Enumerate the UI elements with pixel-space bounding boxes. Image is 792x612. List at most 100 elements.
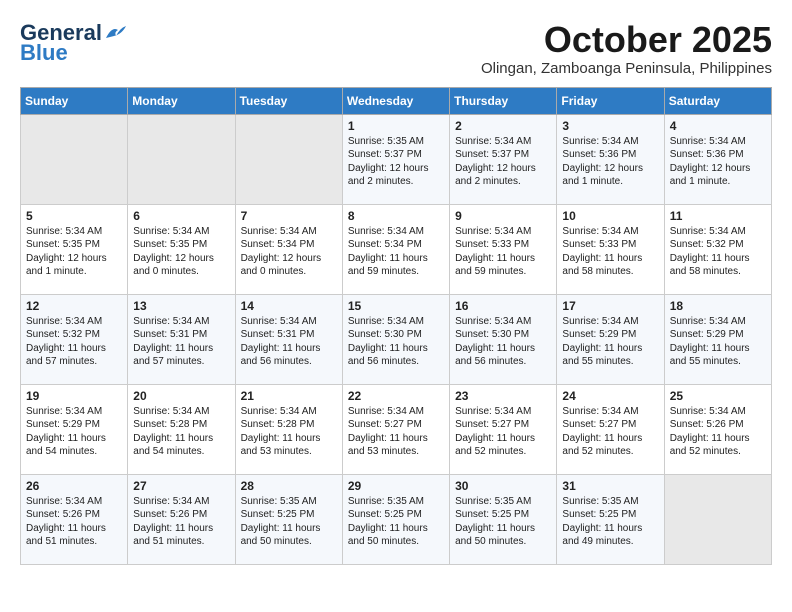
- day-content: Sunrise: 5:34 AMSunset: 5:29 PMDaylight:…: [562, 315, 658, 369]
- calendar-cell: 1 Sunrise: 5:35 AMSunset: 5:37 PMDaylight…: [342, 114, 449, 204]
- calendar-week-1: 1 Sunrise: 5:35 AMSunset: 5:37 PMDaylight…: [21, 114, 772, 204]
- calendar-cell: 25Sunrise: 5:34 AMSunset: 5:26 PMDayligh…: [664, 384, 771, 474]
- calendar-cell: 19 Sunrise: 5:34 AMSunset: 5:29 PMDayligh…: [21, 384, 128, 474]
- day-content: Sunrise: 5:34 AMSunset: 5:27 PMDaylight:…: [562, 405, 658, 459]
- day-number: 26: [26, 479, 122, 493]
- day-content: Sunrise: 5:34 AMSunset: 5:32 PMDaylight:…: [670, 225, 766, 279]
- day-content: Sunrise: 5:34 AMSunset: 5:28 PMDaylight:…: [241, 405, 337, 459]
- calendar-cell: 17 Sunrise: 5:34 AMSunset: 5:29 PMDayligh…: [557, 294, 664, 384]
- day-content: Sunrise: 5:34 AMSunset: 5:32 PMDaylight:…: [26, 315, 122, 369]
- day-number: 21: [241, 389, 337, 403]
- day-number: 9: [455, 209, 551, 223]
- logo: General Blue: [20, 20, 126, 66]
- calendar-cell: 6 Sunrise: 5:34 AMSunset: 5:35 PMDaylight…: [128, 204, 235, 294]
- day-content: Sunrise: 5:34 AMSunset: 5:33 PMDaylight:…: [562, 225, 658, 279]
- day-content: Sunrise: 5:34 AMSunset: 5:29 PMDaylight:…: [26, 405, 122, 459]
- day-number: 29: [348, 479, 444, 493]
- day-content: Sunrise: 5:34 AMSunset: 5:37 PMDaylight:…: [455, 135, 551, 189]
- day-number: 11: [670, 209, 766, 223]
- logo-bird-icon: [104, 24, 126, 42]
- day-number: 10: [562, 209, 658, 223]
- page-header: General Blue October 2025 Olingan, Zambo…: [20, 20, 772, 77]
- calendar-cell: 3Sunrise: 5:34 AMSunset: 5:36 PMDaylight…: [557, 114, 664, 204]
- calendar-cell: 30Sunrise: 5:35 AMSunset: 5:25 PMDayligh…: [450, 474, 557, 564]
- day-content: Sunrise: 5:34 AMSunset: 5:26 PMDaylight:…: [670, 405, 766, 459]
- day-number: 3: [562, 119, 658, 133]
- day-number: 24: [562, 389, 658, 403]
- calendar-cell: 26 Sunrise: 5:34 AMSunset: 5:26 PMDayligh…: [21, 474, 128, 564]
- weekday-header-saturday: Saturday: [664, 87, 771, 114]
- weekday-header-tuesday: Tuesday: [235, 87, 342, 114]
- day-content: Sunrise: 5:34 AMSunset: 5:35 PMDaylight:…: [133, 225, 229, 279]
- calendar-cell: 28 Sunrise: 5:35 AMSunset: 5:25 PMDayligh…: [235, 474, 342, 564]
- calendar-cell: 4Sunrise: 5:34 AMSunset: 5:36 PMDaylight…: [664, 114, 771, 204]
- day-number: 12: [26, 299, 122, 313]
- day-number: 6: [133, 209, 229, 223]
- day-number: 7: [241, 209, 337, 223]
- calendar-cell: 14 Sunrise: 5:34 AMSunset: 5:31 PMDayligh…: [235, 294, 342, 384]
- calendar-cell: [21, 114, 128, 204]
- calendar-cell: 22Sunrise: 5:34 AMSunset: 5:27 PMDayligh…: [342, 384, 449, 474]
- day-content: Sunrise: 5:35 AMSunset: 5:25 PMDaylight:…: [455, 495, 551, 549]
- calendar-cell: 2 Sunrise: 5:34 AMSunset: 5:37 PMDaylight…: [450, 114, 557, 204]
- calendar-cell: [664, 474, 771, 564]
- day-content: Sunrise: 5:34 AMSunset: 5:33 PMDaylight:…: [455, 225, 551, 279]
- calendar-cell: 20Sunrise: 5:34 AMSunset: 5:28 PMDayligh…: [128, 384, 235, 474]
- day-content: Sunrise: 5:34 AMSunset: 5:30 PMDaylight:…: [455, 315, 551, 369]
- day-number: 2: [455, 119, 551, 133]
- day-content: Sunrise: 5:34 AMSunset: 5:27 PMDaylight:…: [348, 405, 444, 459]
- weekday-header-monday: Monday: [128, 87, 235, 114]
- day-number: 16: [455, 299, 551, 313]
- day-number: 15: [348, 299, 444, 313]
- calendar-cell: 31Sunrise: 5:35 AMSunset: 5:25 PMDayligh…: [557, 474, 664, 564]
- calendar-cell: 24 Sunrise: 5:34 AMSunset: 5:27 PMDayligh…: [557, 384, 664, 474]
- calendar-cell: 12 Sunrise: 5:34 AMSunset: 5:32 PMDayligh…: [21, 294, 128, 384]
- calendar-cell: 16 Sunrise: 5:34 AMSunset: 5:30 PMDayligh…: [450, 294, 557, 384]
- day-number: 28: [241, 479, 337, 493]
- day-number: 27: [133, 479, 229, 493]
- calendar-cell: 9 Sunrise: 5:34 AMSunset: 5:33 PMDaylight…: [450, 204, 557, 294]
- day-number: 19: [26, 389, 122, 403]
- weekday-header-row: SundayMondayTuesdayWednesdayThursdayFrid…: [21, 87, 772, 114]
- day-number: 1: [348, 119, 444, 133]
- calendar-week-2: 5 Sunrise: 5:34 AMSunset: 5:35 PMDaylight…: [21, 204, 772, 294]
- day-number: 13: [133, 299, 229, 313]
- day-content: Sunrise: 5:35 AMSunset: 5:37 PMDaylight:…: [348, 135, 444, 189]
- title-block: October 2025 Olingan, Zamboanga Peninsul…: [481, 20, 772, 77]
- month-year: October 2025: [481, 20, 772, 60]
- calendar-cell: 5 Sunrise: 5:34 AMSunset: 5:35 PMDaylight…: [21, 204, 128, 294]
- day-number: 23: [455, 389, 551, 403]
- calendar-cell: [235, 114, 342, 204]
- day-content: Sunrise: 5:34 AMSunset: 5:29 PMDaylight:…: [670, 315, 766, 369]
- day-number: 5: [26, 209, 122, 223]
- weekday-header-sunday: Sunday: [21, 87, 128, 114]
- calendar-cell: 8 Sunrise: 5:34 AMSunset: 5:34 PMDaylight…: [342, 204, 449, 294]
- calendar-table: SundayMondayTuesdayWednesdayThursdayFrid…: [20, 87, 772, 565]
- day-content: Sunrise: 5:34 AMSunset: 5:26 PMDaylight:…: [133, 495, 229, 549]
- logo-blue: Blue: [20, 40, 68, 66]
- calendar-cell: 13 Sunrise: 5:34 AMSunset: 5:31 PMDayligh…: [128, 294, 235, 384]
- day-content: Sunrise: 5:34 AMSunset: 5:31 PMDaylight:…: [241, 315, 337, 369]
- calendar-week-4: 19 Sunrise: 5:34 AMSunset: 5:29 PMDayligh…: [21, 384, 772, 474]
- calendar-cell: 15 Sunrise: 5:34 AMSunset: 5:30 PMDayligh…: [342, 294, 449, 384]
- day-number: 14: [241, 299, 337, 313]
- day-content: Sunrise: 5:34 AMSunset: 5:27 PMDaylight:…: [455, 405, 551, 459]
- day-content: Sunrise: 5:34 AMSunset: 5:35 PMDaylight:…: [26, 225, 122, 279]
- weekday-header-wednesday: Wednesday: [342, 87, 449, 114]
- calendar-cell: 23 Sunrise: 5:34 AMSunset: 5:27 PMDayligh…: [450, 384, 557, 474]
- location: Olingan, Zamboanga Peninsula, Philippine…: [481, 60, 772, 77]
- calendar-cell: 21 Sunrise: 5:34 AMSunset: 5:28 PMDayligh…: [235, 384, 342, 474]
- day-content: Sunrise: 5:34 AMSunset: 5:34 PMDaylight:…: [348, 225, 444, 279]
- weekday-header-thursday: Thursday: [450, 87, 557, 114]
- day-number: 4: [670, 119, 766, 133]
- day-content: Sunrise: 5:34 AMSunset: 5:28 PMDaylight:…: [133, 405, 229, 459]
- day-number: 8: [348, 209, 444, 223]
- day-content: Sunrise: 5:35 AMSunset: 5:25 PMDaylight:…: [241, 495, 337, 549]
- day-number: 17: [562, 299, 658, 313]
- day-content: Sunrise: 5:34 AMSunset: 5:26 PMDaylight:…: [26, 495, 122, 549]
- calendar-cell: [128, 114, 235, 204]
- day-content: Sunrise: 5:34 AMSunset: 5:30 PMDaylight:…: [348, 315, 444, 369]
- calendar-cell: 10 Sunrise: 5:34 AMSunset: 5:33 PMDayligh…: [557, 204, 664, 294]
- weekday-header-friday: Friday: [557, 87, 664, 114]
- day-content: Sunrise: 5:34 AMSunset: 5:31 PMDaylight:…: [133, 315, 229, 369]
